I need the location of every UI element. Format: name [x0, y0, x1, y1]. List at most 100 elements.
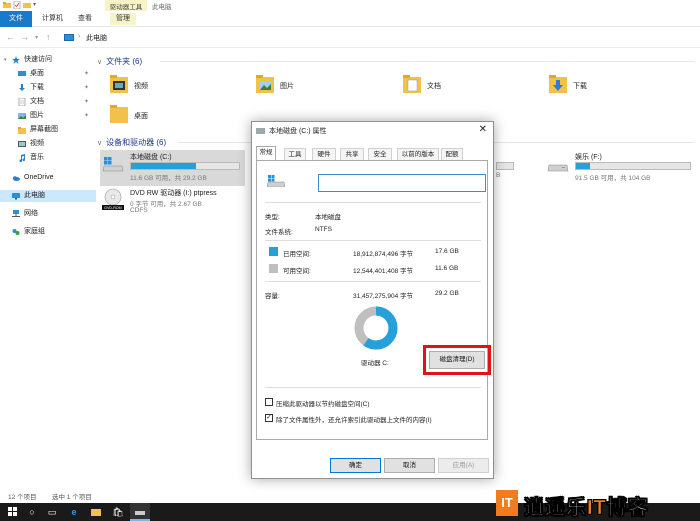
- drive-f[interactable]: 娱乐 (F:) 91.5 GB 可用，共 104 GB: [545, 150, 691, 186]
- drive-tools-label: 驱动器工具: [109, 4, 143, 11]
- sidebar-item-music[interactable]: 音乐: [0, 152, 96, 164]
- pin-icon[interactable]: ✦: [84, 110, 89, 122]
- back-icon[interactable]: ←: [6, 32, 15, 42]
- address-bar: ← → ▾ ↑ › 此电脑: [0, 28, 700, 48]
- used-space-label: 已用空间:: [283, 251, 311, 258]
- folder-documents[interactable]: 文档: [403, 72, 543, 102]
- index-checkbox[interactable]: ✓: [265, 414, 273, 422]
- document-icon: [18, 98, 26, 106]
- drive-c[interactable]: 本地磁盘 (C:) 11.6 GB 可用，共 29.2 GB: [100, 150, 245, 186]
- drive-dvd[interactable]: DVD-ROM DVD RW 驱动器 (I:) ptpress 0 字节 可用，…: [100, 186, 245, 222]
- window-title: 此电脑: [152, 4, 172, 11]
- brand-text: 逍遥乐IT博客: [524, 497, 649, 520]
- used-space-swatch: [269, 247, 278, 256]
- windows-drive-icon: [267, 175, 285, 187]
- divider: [160, 61, 695, 62]
- tab-file[interactable]: 文件: [0, 11, 32, 27]
- start-button[interactable]: [2, 503, 22, 521]
- disk-cleanup-button[interactable]: 磁盘清理(D): [429, 351, 485, 369]
- forward-icon[interactable]: →: [20, 32, 29, 42]
- sidebar-item-documents[interactable]: 文档 ✦: [0, 96, 96, 108]
- dvd-drive-icon: DVD-ROM: [102, 188, 124, 210]
- sidebar-item-this-pc[interactable]: 此电脑: [0, 190, 96, 202]
- close-icon[interactable]: ✕: [479, 124, 487, 135]
- sidebar-item-homegroup[interactable]: 家庭组: [0, 226, 96, 238]
- new-folder-icon[interactable]: [23, 1, 31, 9]
- sidebar-item-quick-access[interactable]: ▾ 快速访问: [0, 54, 96, 66]
- tab-security[interactable]: 安全: [368, 148, 392, 160]
- divider: [265, 387, 481, 388]
- chevron-down-icon: ∨: [97, 59, 103, 66]
- cancel-button[interactable]: 取消: [384, 458, 435, 473]
- partial-drive-free: B: [496, 172, 501, 179]
- drive-usage-bar: [130, 162, 240, 170]
- pin-icon[interactable]: ✦: [84, 96, 89, 108]
- compress-label: 压缩此驱动器以节约磁盘空间(C): [276, 401, 370, 408]
- index-label: 除了文件属性外，还允许索引此驱动器上文件的内容(I): [276, 417, 432, 424]
- sidebar-item-pictures[interactable]: 图片 ✦: [0, 110, 96, 122]
- folder-downloads[interactable]: 下载: [549, 72, 689, 102]
- folder-videos[interactable]: 视频: [110, 72, 250, 102]
- tab-general[interactable]: 常规: [256, 146, 276, 160]
- type-value: 本地磁盘: [315, 214, 341, 221]
- used-space-bytes: 18,912,874,496 字节: [353, 251, 413, 258]
- tab-previous-versions[interactable]: 以前的版本: [397, 148, 439, 160]
- capacity-bytes: 31,457,275,904 字节: [353, 293, 413, 300]
- filesystem-value: NTFS: [315, 226, 332, 233]
- drive-icon: [256, 128, 265, 135]
- devices-section-header[interactable]: ∨ 设备和驱动器 (6): [97, 137, 166, 148]
- tab-hardware[interactable]: 硬件: [312, 148, 336, 160]
- apply-button[interactable]: 应用(A): [438, 458, 489, 473]
- free-space-swatch: [269, 264, 278, 273]
- filesystem-label: 文件系统:: [265, 229, 293, 236]
- chevron-right-icon[interactable]: ›: [78, 33, 80, 40]
- navigation-pane: ▾ 快速访问 桌面 ✦ 下载 ✦ 文档 ✦ 图片 ✦ 屏幕截图 视频 音乐 On…: [0, 50, 96, 487]
- customize-quick-access-icon[interactable]: ▾: [33, 1, 41, 9]
- tab-tools[interactable]: 工具: [284, 148, 306, 160]
- explorer-button[interactable]: [86, 503, 106, 521]
- search-button[interactable]: ○: [22, 503, 42, 521]
- sidebar-item-onedrive[interactable]: OneDrive: [0, 172, 96, 184]
- tab-manage[interactable]: 管理: [110, 13, 136, 25]
- sidebar-item-network[interactable]: 网络: [0, 208, 96, 220]
- windows-icon: [7, 507, 17, 516]
- drive-icon: [135, 511, 145, 515]
- sidebar-item-videos[interactable]: 视频: [0, 138, 96, 150]
- tab-sharing[interactable]: 共享: [340, 148, 364, 160]
- this-pc-task-button[interactable]: [130, 503, 150, 521]
- tab-computer[interactable]: 计算机: [36, 13, 69, 25]
- store-button[interactable]: 🛍: [108, 503, 128, 521]
- sidebar-item-desktop[interactable]: 桌面 ✦: [0, 68, 96, 80]
- task-view-button[interactable]: ▭: [42, 503, 62, 521]
- folder-icon: [3, 2, 11, 8]
- recent-locations-icon[interactable]: ▾: [35, 34, 38, 41]
- download-icon: [19, 84, 25, 91]
- compress-checkbox[interactable]: [265, 398, 273, 406]
- drive-name-field[interactable]: [318, 174, 486, 192]
- sidebar-item-downloads[interactable]: 下载 ✦: [0, 82, 96, 94]
- folders-section-header[interactable]: ∨ 文件夹 (6): [97, 56, 142, 67]
- homegroup-icon: [12, 229, 20, 235]
- breadcrumb[interactable]: 此电脑: [86, 33, 107, 43]
- tab-quota[interactable]: 配额: [441, 148, 463, 160]
- picture-icon: [18, 113, 26, 119]
- watermark-logo: IT 逍遥乐IT博客: [496, 486, 700, 521]
- free-space-label: 可用空间:: [283, 268, 311, 275]
- ok-button[interactable]: 确定: [330, 458, 381, 473]
- tab-view[interactable]: 查看: [72, 13, 98, 25]
- sidebar-item-screenshots[interactable]: 屏幕截图: [0, 124, 96, 136]
- item-count: 12 个项目: [8, 494, 37, 501]
- edge-button[interactable]: e: [64, 503, 84, 521]
- properties-icon[interactable]: [13, 1, 21, 9]
- folder-desktop[interactable]: 桌面: [110, 102, 250, 132]
- free-space-gb: 11.6 GB: [435, 265, 459, 272]
- pin-icon[interactable]: ✦: [84, 82, 89, 94]
- divider: [265, 240, 481, 241]
- general-panel: 类型: 本地磁盘 文件系统: NTFS 已用空间: 18,912,874,496…: [256, 160, 491, 440]
- properties-dialog: 本地磁盘 (C:) 属性 ✕ 常规 工具 硬件 共享 安全 以前的版本 配额 类…: [251, 121, 494, 479]
- up-icon[interactable]: ↑: [46, 32, 51, 42]
- free-space-bytes: 12,544,401,408 字节: [353, 268, 413, 275]
- folder-pictures[interactable]: 图片: [256, 72, 396, 102]
- folder-icon: [18, 127, 26, 134]
- pin-icon[interactable]: ✦: [84, 68, 89, 80]
